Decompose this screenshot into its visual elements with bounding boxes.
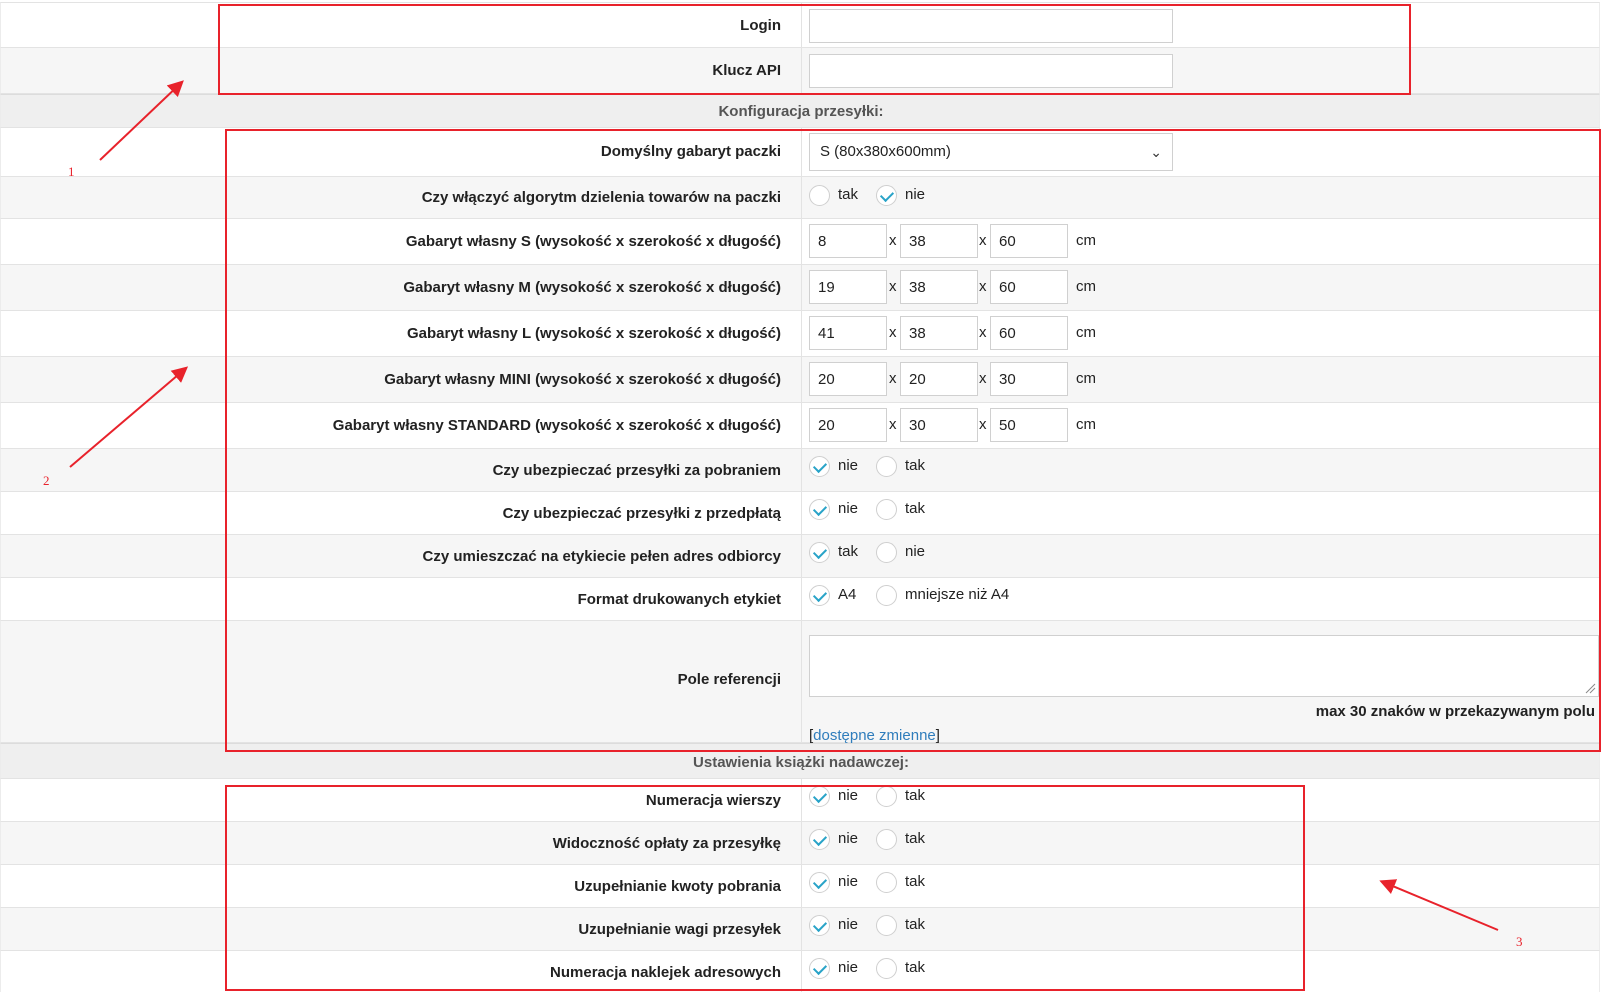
arrow-1 [99,80,184,161]
annotation-number-1: 1 [68,164,75,179]
annotation-arrows [69,80,1499,931]
annotation-number-3: 3 [1516,934,1523,949]
arrow-2 [69,366,189,468]
arrow-3 [1379,879,1499,931]
settings-page: Login Klucz API Konfiguracja przesyłki: … [0,0,1605,992]
annotation-number-2: 2 [43,473,50,488]
